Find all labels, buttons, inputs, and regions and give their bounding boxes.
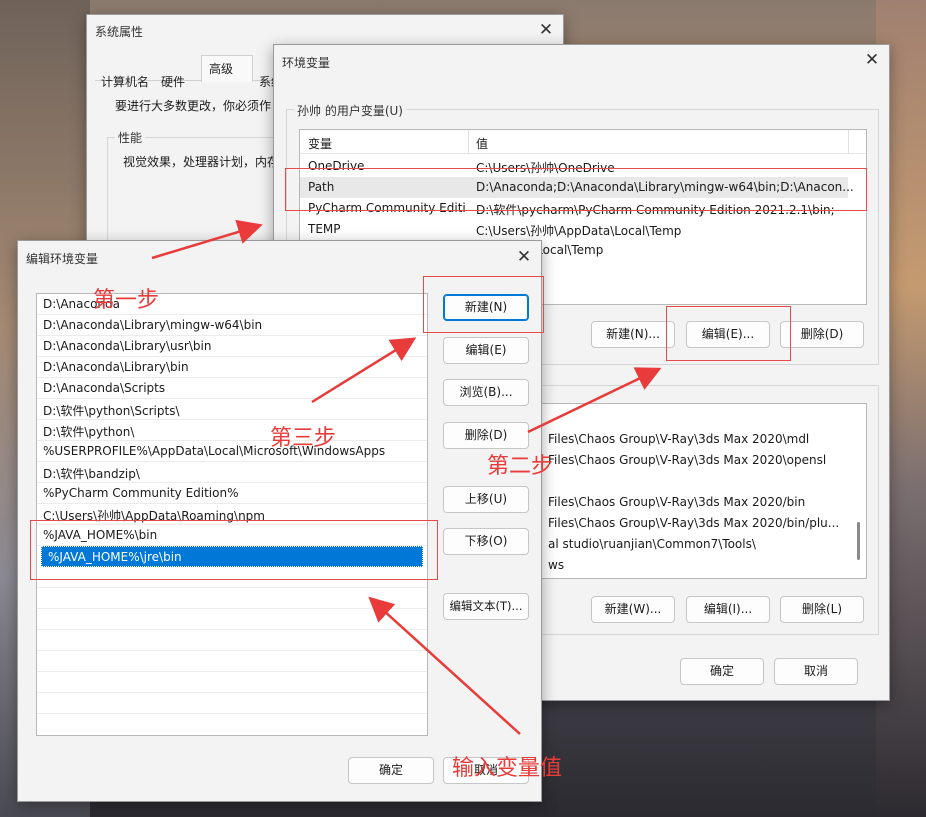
list-item[interactable]: D:\Anaconda\Scripts: [37, 378, 427, 399]
variable-name: TEMP: [308, 222, 341, 236]
env-titlebar: 环境变量 ✕: [274, 45, 889, 75]
system-new-button[interactable]: 新建(W)...: [591, 596, 675, 623]
sys-var-value: Files\Chaos Group\V-Ray\3ds Max 2020/bin: [548, 495, 806, 509]
sys-var-value: al studio\ruanjian\Common7\Tools\: [548, 537, 756, 551]
list-item[interactable]: %USERPROFILE%\AppData\Local\Microsoft\Wi…: [37, 441, 427, 462]
list-item[interactable]: [37, 651, 427, 672]
move-down-button[interactable]: 下移(O): [443, 528, 529, 555]
user-new-button[interactable]: 新建(N)...: [591, 321, 675, 348]
edit-entry-button[interactable]: 编辑(E): [443, 337, 529, 364]
list-item[interactable]: [37, 672, 427, 693]
list-item[interactable]: [37, 609, 427, 630]
tab-advanced[interactable]: 高级: [201, 55, 253, 82]
close-icon[interactable]: ✕: [535, 19, 557, 41]
move-up-button[interactable]: 上移(U): [443, 486, 529, 513]
edit-titlebar: 编辑环境变量 ✕: [18, 241, 541, 271]
path-entry-text: D:\软件\python\: [43, 425, 135, 439]
list-item[interactable]: D:\Anaconda\Library\usr\bin: [37, 336, 427, 357]
table-row[interactable]: TEMP C:\Users\孙帅\AppData\Local\Temp: [300, 219, 848, 240]
column-divider: [848, 130, 849, 154]
window-title: 编辑环境变量: [26, 252, 99, 266]
annotation-input-value: 输入变量值: [452, 756, 563, 781]
variable-value: C:\Users\孙帅\AppData\Local\Temp: [476, 224, 682, 238]
scrollbar-thumb[interactable]: [857, 522, 860, 560]
list-item[interactable]: [37, 630, 427, 651]
list-item[interactable]: D:\软件\bandzip\: [37, 462, 427, 483]
highlight-edit-button: [666, 306, 791, 361]
list-item[interactable]: [37, 693, 427, 714]
user-variables-label: 孙帅 的用户变量(U): [294, 102, 406, 119]
window-title: 环境变量: [282, 56, 331, 70]
highlight-path-row: [285, 168, 867, 211]
list-item[interactable]: D:\Anaconda\Library\mingw-w64\bin: [37, 315, 427, 336]
list-item[interactable]: D:\Anaconda\Library\bin: [37, 357, 427, 378]
performance-label: 性能: [115, 129, 146, 146]
annotation-step2: 第二步: [487, 454, 554, 479]
column-divider: [468, 130, 469, 154]
list-item[interactable]: D:\软件\python\Scripts\: [37, 399, 427, 420]
path-entry-text: D:\Anaconda\Library\usr\bin: [43, 339, 212, 353]
system-edit-button[interactable]: 编辑(I)...: [686, 596, 770, 623]
system-delete-button[interactable]: 删除(L): [780, 596, 864, 623]
highlight-java-entries: [30, 520, 438, 580]
sys-var-value: ws: [548, 558, 565, 572]
edit-ok-button[interactable]: 确定: [348, 757, 434, 784]
path-entry-text: D:\Anaconda\Library\mingw-w64\bin: [43, 318, 263, 332]
sys-var-value: Files\Chaos Group\V-Ray\3ds Max 2020\ope…: [548, 453, 827, 467]
delete-entry-button[interactable]: 删除(D): [443, 422, 529, 449]
close-icon[interactable]: ✕: [861, 49, 883, 71]
sys-var-value: Files\Chaos Group\V-Ray\3ds Max 2020\mdl: [548, 432, 810, 446]
path-entry-text: D:\软件\bandzip\: [43, 467, 140, 481]
window-title: 系统属性: [95, 25, 144, 39]
env-cancel-button[interactable]: 取消: [774, 658, 858, 685]
list-item[interactable]: %PyCharm Community Edition%: [37, 483, 427, 504]
path-entries-list[interactable]: D:\Anaconda D:\Anaconda\Library\mingw-w64…: [36, 293, 428, 736]
path-entry-text: %PyCharm Community Edition%: [43, 486, 239, 500]
edit-text-button[interactable]: 编辑文本(T)...: [443, 593, 529, 620]
close-icon[interactable]: ✕: [513, 246, 535, 268]
path-entry-text: D:\Anaconda\Scripts: [43, 381, 166, 395]
annotation-step1: 第一步: [93, 288, 160, 313]
browse-button[interactable]: 浏览(B)...: [443, 379, 529, 406]
list-item[interactable]: D:\软件\python\: [37, 420, 427, 441]
column-header-value[interactable]: 值: [476, 135, 488, 152]
tab-hardware[interactable]: 硬件: [161, 72, 185, 94]
system-properties-titlebar: 系统属性 ✕: [87, 15, 563, 45]
performance-text: 视觉效果，处理器计划，内存: [123, 155, 280, 169]
path-entry-text: D:\软件\python\Scripts\: [43, 404, 180, 418]
list-item[interactable]: [37, 588, 427, 609]
highlight-new-button: [423, 276, 544, 333]
list-header: 变量 值: [300, 130, 866, 154]
path-entry-text: D:\Anaconda\Library\bin: [43, 360, 189, 374]
annotation-step3: 第三步: [270, 426, 337, 451]
user-delete-button[interactable]: 删除(D): [780, 321, 864, 348]
env-ok-button[interactable]: 确定: [680, 658, 764, 685]
column-header-variable[interactable]: 变量: [308, 135, 332, 152]
tab-computer-name[interactable]: 计算机名: [101, 72, 149, 94]
sys-var-value: Files\Chaos Group\V-Ray\3ds Max 2020/bin…: [548, 516, 840, 530]
intro-text: 要进行大多数更改，你必须作: [115, 99, 272, 113]
